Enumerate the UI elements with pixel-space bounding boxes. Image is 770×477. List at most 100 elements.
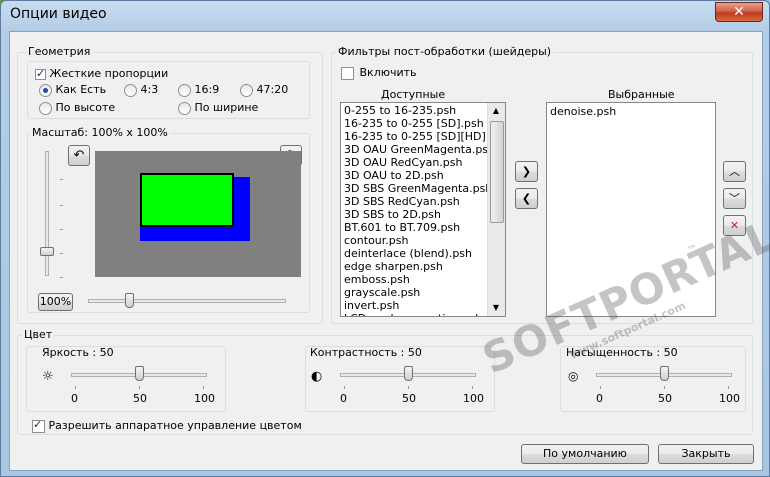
radio-4-3[interactable]: 4:3 (124, 83, 158, 97)
available-list-item[interactable]: deinterlace (blend).psh (341, 247, 505, 260)
close-button[interactable]: Закрыть (658, 444, 754, 464)
contrast-icon: ◐ (311, 369, 323, 384)
available-list-item[interactable]: 3D OAU RedCyan.psh (341, 156, 505, 169)
scroll-thumb[interactable] (490, 121, 504, 223)
selected-header: Выбранные (608, 88, 675, 101)
selected-list-item[interactable]: denoise.psh (547, 105, 715, 118)
keep-aspect-check-icon (35, 67, 46, 80)
filters-group: Фильтры пост-обработки (шейдеры) Включит… (331, 45, 753, 324)
brightness-mid: 50 (133, 392, 147, 405)
radio-label: 16:9 (194, 83, 220, 96)
geometry-group: Геометрия Жесткие пропорции Как Есть 4:3… (17, 45, 323, 324)
radio-icon (178, 101, 191, 115)
available-list-item[interactable]: 0-255 to 16-235.psh (341, 104, 505, 117)
zoom-reset-button[interactable]: 100% (38, 293, 73, 311)
available-list-item[interactable]: 3D OAU GreenMagenta.psh (341, 143, 505, 156)
horizontal-zoom-slider[interactable] (88, 299, 286, 303)
radio-label: По высоте (55, 101, 116, 114)
saturation-thumb[interactable] (660, 366, 669, 381)
rotate-left-icon: ↶ (73, 148, 85, 163)
saturation-icon: ◎ (568, 369, 579, 383)
window-title: Опции видео (10, 6, 107, 22)
radio-icon (39, 83, 52, 97)
available-list-item[interactable]: BT.601 to BT.709.psh (341, 221, 505, 234)
available-list-item[interactable]: 3D OAU to 2D.psh (341, 169, 505, 182)
available-list-item[interactable]: LCD angle correction.psh (341, 312, 505, 316)
available-list-item[interactable]: edge sharpen.psh (341, 260, 505, 273)
color-label: Цвет (22, 328, 55, 341)
contrast-max: 100 (463, 392, 484, 405)
arrow-up-icon: ︿ (729, 165, 740, 178)
brightness-max: 100 (194, 392, 215, 405)
arrow-right-icon: ❯ (521, 165, 532, 178)
radio-label: Как Есть (55, 83, 107, 96)
arrow-down-icon: ﹀ (729, 192, 740, 205)
radio-label: По ширине (194, 101, 259, 114)
available-scrollbar[interactable]: ▲ ▼ (487, 103, 505, 316)
brightness-label: Яркость : 50 (42, 346, 114, 359)
radio-by-height[interactable]: По высоте (39, 101, 115, 115)
rotate-left-button[interactable]: ↶ (68, 145, 90, 166)
available-list-item[interactable]: 16-235 to 0-255 [SD][HD].psh (341, 130, 505, 143)
radio-as-is[interactable]: Как Есть (39, 83, 106, 97)
close-label: Закрыть (681, 447, 731, 460)
radio-icon (39, 101, 52, 115)
video-preview (95, 151, 301, 277)
radio-by-width[interactable]: По ширине (178, 101, 258, 115)
brightness-thumb[interactable] (135, 366, 144, 381)
keep-aspect-checkbox[interactable]: Жесткие пропорции (35, 67, 168, 80)
scroll-up-icon[interactable]: ▲ (488, 103, 504, 119)
color-group: Цвет Яркость : 50 ☼ 0 50 100 Контрастнос… (17, 328, 753, 435)
saturation-max: 100 (719, 392, 740, 405)
hw-color-checkbox[interactable]: Разрешить аппаратное управление цветом (32, 418, 302, 433)
add-filter-button[interactable]: ❯ (515, 161, 538, 182)
hw-check-icon (32, 418, 45, 433)
delete-icon: ✕ (729, 219, 740, 232)
radio-label: 4:3 (140, 83, 159, 96)
saturation-min: 0 (596, 392, 603, 405)
selected-list[interactable]: denoise.psh (546, 102, 716, 317)
enable-filters-checkbox[interactable]: Включить (341, 66, 417, 80)
zoom-reset-label: 100% (39, 295, 72, 308)
defaults-button[interactable]: По умолчанию (521, 444, 649, 464)
radio-icon (178, 83, 191, 97)
window-frame: Опции видео ✕ Геометрия Жесткие пропорци… (0, 0, 770, 477)
delete-filter-button[interactable]: ✕ (723, 215, 746, 236)
brightness-min: 0 (71, 392, 78, 405)
move-up-button[interactable]: ︿ (723, 161, 746, 182)
vertical-zoom-slider[interactable] (40, 151, 54, 281)
contrast-mid: 50 (402, 392, 416, 405)
radio-label: 47:20 (256, 83, 289, 96)
contrast-min: 0 (340, 392, 347, 405)
enable-label: Включить (359, 66, 417, 79)
available-list-item[interactable]: invert.psh (341, 299, 505, 312)
window-close-button[interactable]: ✕ (715, 2, 763, 22)
radio-47-20[interactable]: 47:20 (240, 83, 288, 97)
radio-16-9[interactable]: 16:9 (178, 83, 219, 97)
scroll-down-icon[interactable]: ▼ (488, 300, 504, 316)
available-list-item[interactable]: contour.psh (341, 234, 505, 247)
dialog-client: Геометрия Жесткие пропорции Как Есть 4:3… (9, 31, 763, 471)
available-list-item[interactable]: emboss.psh (341, 273, 505, 286)
radio-icon (240, 83, 253, 97)
available-list-item[interactable]: grayscale.psh (341, 286, 505, 299)
vertical-slider-thumb[interactable] (40, 247, 54, 256)
available-list-item[interactable]: 16-235 to 0-255 [SD].psh (341, 117, 505, 130)
geometry-label: Геометрия (26, 45, 93, 58)
keep-aspect-label: Жесткие пропорции (49, 67, 169, 80)
contrast-label: Контрастность : 50 (310, 346, 422, 359)
available-list[interactable]: 0-255 to 16-235.psh 16-235 to 0-255 [SD].… (340, 102, 506, 317)
available-list-item[interactable]: 3D SBS to 2D.psh (341, 208, 505, 221)
remove-filter-button[interactable]: ❮ (515, 188, 538, 209)
saturation-label: Насыщенность : 50 (566, 346, 678, 359)
scale-label: Масштаб: 100% x 100% (30, 126, 170, 139)
hw-color-label: Разрешить аппаратное управление цветом (48, 419, 302, 432)
available-list-item[interactable]: 3D SBS GreenMagenta.psh (341, 182, 505, 195)
horizontal-slider-thumb[interactable] (125, 293, 134, 308)
defaults-label: По умолчанию (543, 447, 627, 460)
radio-icon (124, 83, 137, 97)
move-down-button[interactable]: ﹀ (723, 188, 746, 209)
preview-frame-green (140, 173, 234, 227)
contrast-thumb[interactable] (404, 366, 413, 381)
available-list-item[interactable]: 3D SBS RedCyan.psh (341, 195, 505, 208)
